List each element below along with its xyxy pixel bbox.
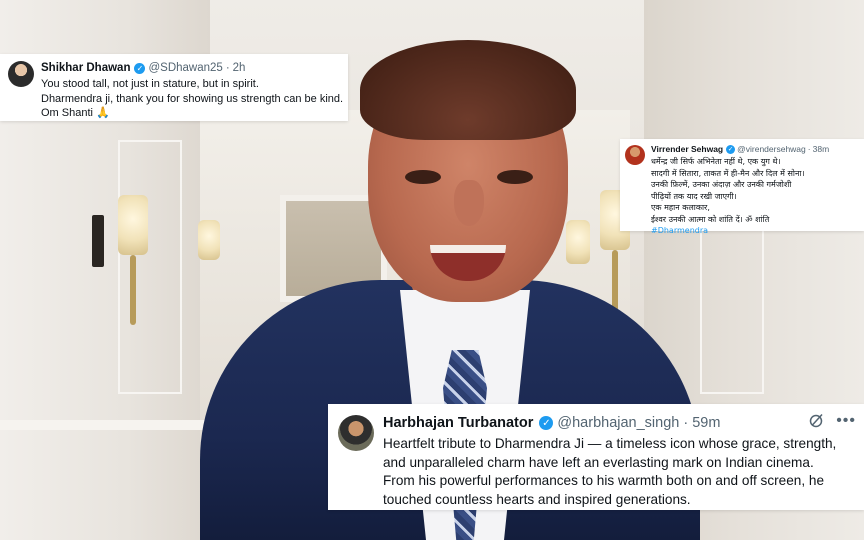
tweet-actions: ••• [809,412,856,428]
tweet-line: Om Shanti 🙏 [41,107,110,119]
tweet-header: Harbhajan Turbanator ✓ @harbhajan_singh … [383,415,720,431]
tweet-line: उनकी फ़िल्में, उनका अंदाज़ और उनकी गर्मज… [651,180,792,189]
tweet-line: धर्मेन्द्र जी सिर्फ अभिनेता नहीं थे, एक … [651,157,781,166]
tweet-timestamp[interactable]: 38m [813,144,830,154]
tweet-text: धर्मेन्द्र जी सिर्फ अभिनेता नहीं थे, एक … [651,156,805,237]
tweet-line: You stood tall, not just in stature, but… [41,78,259,90]
avatar[interactable] [625,145,645,165]
wall-molding [0,420,210,430]
wall-sconce [130,255,136,325]
tweet-timestamp[interactable]: 2h [233,62,246,74]
author-handle[interactable]: @SDhawan25 [148,62,222,74]
left-eye [405,170,441,184]
tweet-line: ईश्वर उनकी आत्मा को शांति दें। ॐ शांति [651,214,770,224]
tweet-header: Virrender Sehwag ✓ @virendersehwag · 38m [651,144,829,154]
author-name[interactable]: Harbhajan Turbanator [383,415,533,431]
separator-dot: · [807,144,811,154]
tweet-line: touched countless hearts and inspired ge… [383,491,691,507]
tweet-card-virender-sehwag[interactable]: Virrender Sehwag ✓ @virendersehwag · 38m… [620,139,864,235]
separator-dot: · [225,62,230,74]
nose [454,180,484,226]
verified-badge-icon: ✓ [539,416,554,430]
tweet-line: एक महान कलाकार, [651,203,710,212]
author-handle[interactable]: @harbhajan_singh [557,415,679,431]
verified-badge-icon: ✓ [726,144,736,154]
wall-lamp [118,195,148,255]
tweet-line: From his powerful performances to his wa… [383,473,825,489]
tweet-line: सादगी में सितारा, ताकत में ही-मैन और दिल… [651,168,805,178]
avatar[interactable] [338,415,374,451]
tweet-line: Heartfelt tribute to Dharmendra Ji — a t… [383,436,837,451]
tweet-line: Dharmendra ji, thank you for showing us … [41,92,344,105]
more-icon[interactable]: ••• [836,412,856,428]
author-name[interactable]: Virrender Sehwag [651,144,723,154]
wall-switch [92,215,104,267]
wall-panel [118,140,182,394]
grok-icon[interactable] [809,413,824,428]
hashtag-link[interactable]: #Dharmendra [651,225,805,237]
avatar[interactable] [8,61,34,87]
tweet-line: पीढ़ियों तक याद रखी जाएगी। [651,191,737,201]
tweet-card-harbhajan-singh[interactable]: Harbhajan Turbanator ✓ @harbhajan_singh … [328,404,864,510]
right-eye [497,170,533,184]
tweet-text: Heartfelt tribute to Dharmendra Ji — a t… [383,435,836,509]
separator-dot: · [683,415,689,431]
author-handle[interactable]: @virendersehwag [737,144,806,154]
author-name[interactable]: Shikhar Dhawan [41,62,130,74]
hair [360,40,576,140]
tweet-card-shikhar-dhawan[interactable]: Shikhar Dhawan ✓ @SDhawan25 · 2h You sto… [0,54,348,121]
tweet-text: You stood tall, not just in stature, but… [41,77,343,121]
tweet-header: Shikhar Dhawan ✓ @SDhawan25 · 2h [41,62,245,74]
verified-badge-icon: ✓ [134,62,146,74]
tweet-timestamp[interactable]: 59m [692,415,720,431]
tweet-line: and unparalleled charm have left an ever… [383,454,814,470]
